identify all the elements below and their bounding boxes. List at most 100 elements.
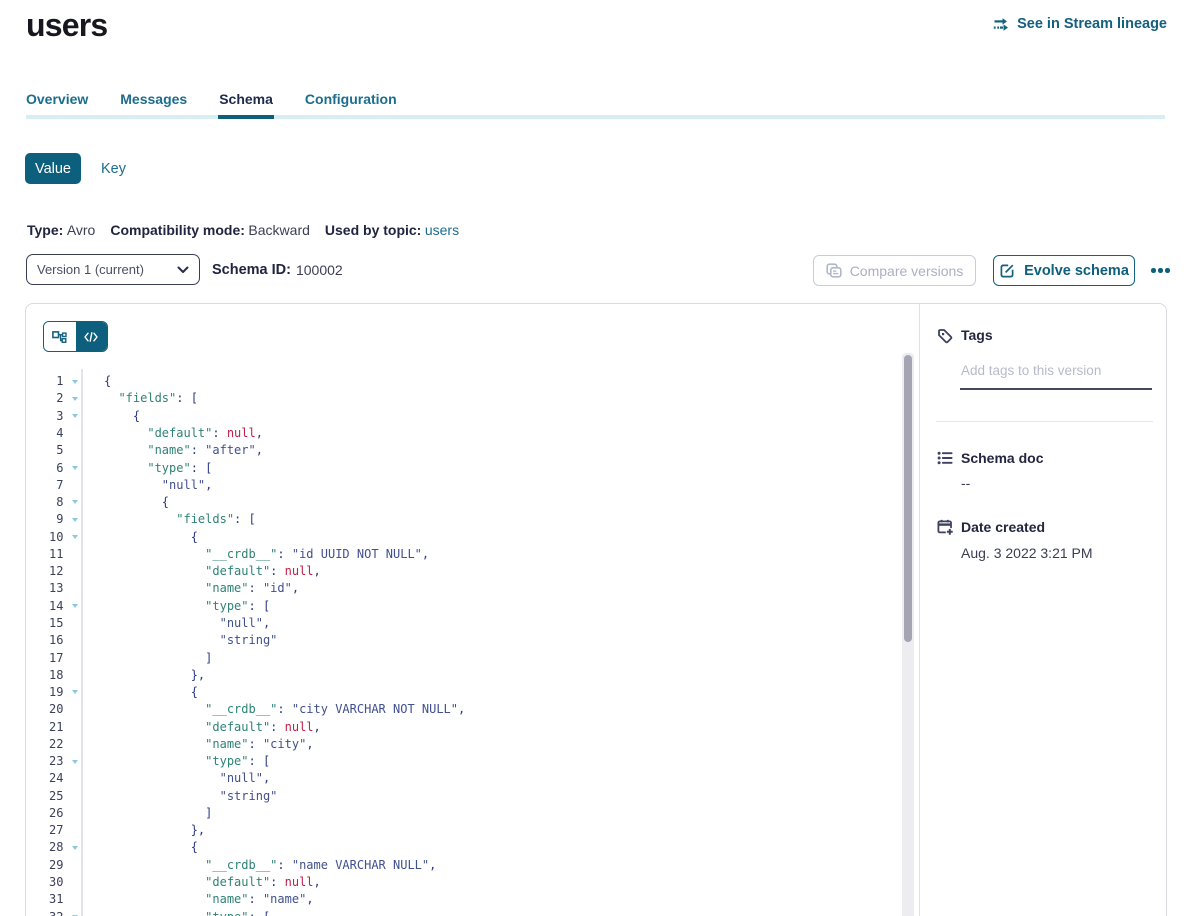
code-text: {: [104, 684, 198, 701]
fold-toggle-icon[interactable]: [72, 414, 78, 418]
fold-toggle-icon[interactable]: [72, 380, 78, 384]
code-line-3: 3 {: [26, 408, 902, 425]
type-label: Type:: [27, 222, 63, 238]
code-text: "default": null,: [104, 719, 321, 736]
code-text: {: [104, 529, 198, 546]
code-text: "type": [: [104, 753, 270, 770]
see-in-stream-lineage-link[interactable]: See in Stream lineage: [993, 16, 1167, 32]
line-number: 18: [26, 667, 64, 684]
list-icon: [937, 451, 953, 470]
topic-link[interactable]: users: [425, 222, 459, 238]
key-tab-label: Key: [101, 161, 126, 177]
code-line-18: 18 },: [26, 667, 902, 684]
tree-view-button[interactable]: [44, 322, 76, 351]
editor-scrollbar-thumb[interactable]: [904, 355, 912, 642]
evolve-schema-button[interactable]: Evolve schema: [993, 255, 1135, 286]
compare-versions-label: Compare versions: [850, 263, 964, 279]
line-number: 20: [26, 701, 64, 718]
fold-toggle-icon[interactable]: [72, 535, 78, 539]
tab-bar-track: [26, 115, 1165, 119]
line-number: 26: [26, 805, 64, 822]
stream-lineage-icon: [993, 17, 1010, 32]
code-text: "fields": [: [104, 511, 256, 528]
compatibility-mode-value: Backward: [248, 222, 309, 238]
schema-id: Schema ID: 100002: [212, 254, 343, 285]
line-number: 24: [26, 770, 64, 787]
fold-toggle-icon[interactable]: [72, 466, 78, 470]
code-text: {: [104, 373, 111, 390]
code-text: "name": "city",: [104, 736, 314, 753]
evolve-schema-label: Evolve schema: [1024, 263, 1129, 279]
code-line-26: 26 ]: [26, 805, 902, 822]
code-text: {: [104, 839, 198, 856]
compare-versions-button[interactable]: Compare versions: [813, 255, 976, 286]
fold-toggle-icon[interactable]: [72, 604, 78, 608]
code-line-6: 6 "type": [: [26, 460, 902, 477]
tab-configuration[interactable]: Configuration: [305, 91, 397, 107]
tab-messages[interactable]: Messages: [120, 91, 187, 107]
schema-code-editor[interactable]: 1{2 "fields": [3 {4 "default": null,5 "n…: [26, 373, 902, 916]
fold-toggle-icon[interactable]: [72, 690, 78, 694]
line-number: 15: [26, 615, 64, 632]
calendar-add-icon: [937, 519, 954, 541]
code-text: {: [104, 494, 169, 511]
version-select[interactable]: Version 1 (current): [26, 254, 200, 285]
tags-input[interactable]: Add tags to this version: [961, 363, 1101, 378]
code-line-10: 10 {: [26, 529, 902, 546]
key-tab-button[interactable]: Key: [101, 153, 126, 184]
type-value: Avro: [67, 222, 96, 238]
line-number: 17: [26, 650, 64, 667]
line-number: 22: [26, 736, 64, 753]
code-text: "name": "after",: [104, 442, 263, 459]
line-number: 2: [26, 390, 64, 407]
schema-id-value: 100002: [296, 262, 343, 278]
code-text: "fields": [: [104, 390, 198, 407]
line-number: 13: [26, 580, 64, 597]
tags-input-underline: [960, 388, 1152, 390]
used-by-topic-label: Used by topic:: [325, 222, 421, 238]
code-line-2: 2 "fields": [: [26, 390, 902, 407]
fold-toggle-icon[interactable]: [72, 846, 78, 850]
line-number: 11: [26, 546, 64, 563]
more-actions-button[interactable]: [1149, 255, 1172, 286]
schema-id-label: Schema ID:: [212, 262, 291, 278]
line-number: 4: [26, 425, 64, 442]
tab-overview[interactable]: Overview: [26, 91, 88, 107]
code-line-20: 20 "__crdb__": "city VARCHAR NOT NULL",: [26, 701, 902, 718]
tab-bar: Overview Messages Schema Configuration: [26, 91, 397, 107]
code-view-button[interactable]: [76, 322, 108, 351]
code-line-17: 17 ]: [26, 650, 902, 667]
code-text: {: [104, 408, 140, 425]
code-text: "string": [104, 788, 277, 805]
fold-toggle-icon[interactable]: [72, 397, 78, 401]
line-number: 3: [26, 408, 64, 425]
line-number: 21: [26, 719, 64, 736]
code-line-12: 12 "default": null,: [26, 563, 902, 580]
compatibility-mode-label: Compatibility mode:: [110, 222, 245, 238]
value-tab-button[interactable]: Value: [25, 153, 81, 184]
fold-toggle-icon[interactable]: [72, 518, 78, 522]
compare-versions-icon: [826, 263, 842, 279]
ellipsis-icon: [1151, 268, 1156, 273]
code-text: "__crdb__": "name VARCHAR NULL",: [104, 857, 436, 874]
tag-icon: [937, 328, 953, 349]
code-text: "default": null,: [104, 425, 263, 442]
code-line-32: 32 "type": [: [26, 909, 902, 916]
code-text: "null",: [104, 477, 212, 494]
tab-schema[interactable]: Schema: [219, 91, 273, 107]
fold-toggle-icon[interactable]: [72, 500, 78, 504]
line-number: 7: [26, 477, 64, 494]
schema-page: users See in Stream lineage Overview Mess…: [0, 0, 1189, 916]
code-line-13: 13 "name": "id",: [26, 580, 902, 597]
fold-toggle-icon[interactable]: [72, 760, 78, 764]
tree-view-icon: [52, 331, 67, 343]
code-text: },: [104, 822, 205, 839]
code-text: "string": [104, 632, 277, 649]
code-line-1: 1{: [26, 373, 902, 390]
code-line-21: 21 "default": null,: [26, 719, 902, 736]
code-line-14: 14 "type": [: [26, 598, 902, 615]
panel-divider: [919, 304, 920, 916]
line-number: 28: [26, 839, 64, 856]
code-line-9: 9 "fields": [: [26, 511, 902, 528]
line-number: 31: [26, 891, 64, 908]
